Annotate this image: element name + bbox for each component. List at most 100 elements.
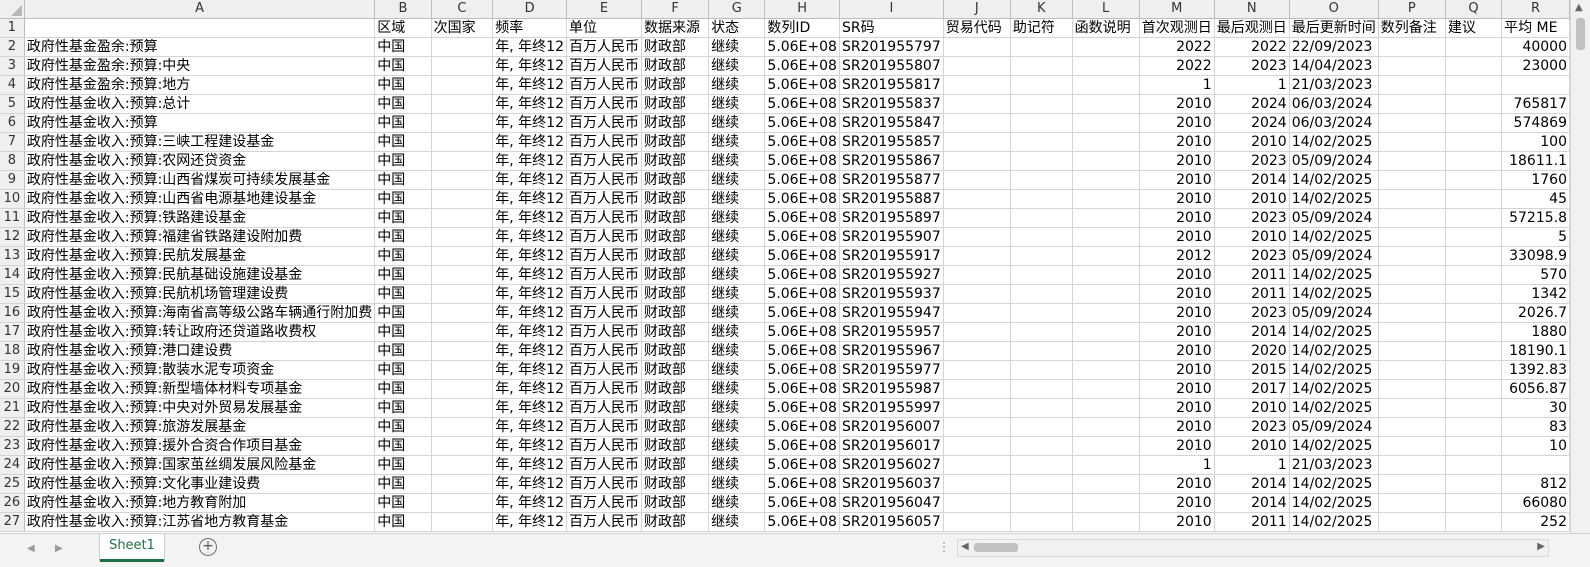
cell[interactable]: 财政部: [641, 265, 710, 285]
cell[interactable]: 5.06E+08: [764, 284, 840, 304]
cell[interactable]: 百万人民币: [566, 75, 642, 95]
cell[interactable]: 2011: [1214, 265, 1290, 285]
column-header-h[interactable]: H: [764, 0, 840, 19]
cell[interactable]: 继续: [708, 284, 766, 304]
cell[interactable]: [431, 303, 494, 323]
cell[interactable]: [431, 436, 494, 456]
cell[interactable]: 18611.1: [1501, 151, 1570, 171]
cell[interactable]: [1010, 436, 1073, 456]
cell[interactable]: 1880: [1501, 322, 1570, 342]
cell[interactable]: 财政部: [641, 227, 710, 247]
cell[interactable]: 百万人民币: [566, 189, 642, 209]
cell[interactable]: 继续: [708, 417, 766, 437]
cell[interactable]: [431, 75, 494, 95]
cell[interactable]: 2022: [1139, 56, 1215, 76]
cell[interactable]: SR201955957: [839, 322, 944, 342]
cell[interactable]: 中国: [374, 474, 432, 494]
cell[interactable]: [1010, 474, 1073, 494]
cell[interactable]: 2023: [1214, 56, 1290, 76]
cell[interactable]: [1072, 341, 1140, 361]
row-header[interactable]: 20: [0, 379, 25, 399]
cell[interactable]: 14/02/2025: [1289, 132, 1379, 152]
cell[interactable]: 1: [1214, 75, 1290, 95]
cell[interactable]: [943, 436, 1011, 456]
column-header-n[interactable]: N: [1214, 0, 1290, 19]
cell[interactable]: [1445, 75, 1503, 95]
cell[interactable]: 财政部: [641, 189, 710, 209]
cell[interactable]: 5.06E+08: [764, 398, 840, 418]
cell[interactable]: [431, 379, 494, 399]
cell[interactable]: 812: [1501, 474, 1570, 494]
cell[interactable]: [943, 360, 1011, 380]
cell[interactable]: 财政部: [641, 56, 710, 76]
cell[interactable]: 14/02/2025: [1289, 360, 1379, 380]
cell[interactable]: 2010: [1139, 417, 1215, 437]
cell[interactable]: 年, 年终12: [492, 227, 567, 247]
cell[interactable]: 中国: [374, 436, 432, 456]
cell[interactable]: 财政部: [641, 246, 710, 266]
cell[interactable]: 2010: [1139, 208, 1215, 228]
cell[interactable]: 2010: [1139, 341, 1215, 361]
cell[interactable]: SR201955897: [839, 208, 944, 228]
cell[interactable]: SR201955847: [839, 113, 944, 133]
cell[interactable]: 05/09/2024: [1289, 246, 1379, 266]
cell[interactable]: 中国: [374, 322, 432, 342]
cell[interactable]: 2010: [1139, 398, 1215, 418]
header-cell[interactable]: SR码: [839, 18, 944, 38]
cell[interactable]: [943, 379, 1011, 399]
cell[interactable]: [1010, 37, 1073, 57]
cell[interactable]: 继续: [708, 360, 766, 380]
cell[interactable]: 政府性基金收入:预算:地方教育附加: [24, 493, 376, 513]
cell[interactable]: 百万人民币: [566, 417, 642, 437]
cell[interactable]: 百万人民币: [566, 493, 642, 513]
column-header-c[interactable]: C: [431, 0, 494, 19]
cell[interactable]: 年, 年终12: [492, 379, 567, 399]
cell[interactable]: [1010, 303, 1073, 323]
cell[interactable]: [431, 56, 494, 76]
cell[interactable]: [1445, 284, 1503, 304]
cell[interactable]: 5.06E+08: [764, 265, 840, 285]
cell[interactable]: 05/09/2024: [1289, 151, 1379, 171]
cell[interactable]: [1378, 132, 1446, 152]
scroll-left-icon[interactable]: ◀: [961, 541, 969, 552]
cell[interactable]: 中国: [374, 246, 432, 266]
cell[interactable]: [431, 417, 494, 437]
cell[interactable]: 政府性基金收入:预算:海南省高等级公路车辆通行附加费: [24, 303, 376, 323]
cell[interactable]: 年, 年终12: [492, 284, 567, 304]
cell[interactable]: 继续: [708, 379, 766, 399]
cell[interactable]: 中国: [374, 493, 432, 513]
cell[interactable]: 财政部: [641, 303, 710, 323]
cell[interactable]: 2010: [1139, 265, 1215, 285]
cell[interactable]: 2014: [1214, 170, 1290, 190]
cell[interactable]: [1378, 322, 1446, 342]
cell[interactable]: 百万人民币: [566, 360, 642, 380]
cell[interactable]: 财政部: [641, 132, 710, 152]
cell[interactable]: [943, 398, 1011, 418]
cell[interactable]: SR201955987: [839, 379, 944, 399]
cell[interactable]: 继续: [708, 246, 766, 266]
cell[interactable]: 继续: [708, 265, 766, 285]
cell[interactable]: [1445, 227, 1503, 247]
cell[interactable]: [943, 455, 1011, 475]
cell[interactable]: [1445, 151, 1503, 171]
cell[interactable]: 2010: [1139, 94, 1215, 114]
cell[interactable]: [1378, 512, 1446, 532]
cell[interactable]: [1445, 322, 1503, 342]
cell[interactable]: [1378, 189, 1446, 209]
cell[interactable]: [1378, 113, 1446, 133]
cell[interactable]: 财政部: [641, 75, 710, 95]
cell[interactable]: 年, 年终12: [492, 56, 567, 76]
cell[interactable]: [1445, 379, 1503, 399]
header-cell[interactable]: 函数说明: [1072, 18, 1140, 38]
cell[interactable]: 45: [1501, 189, 1570, 209]
cell[interactable]: [431, 455, 494, 475]
horizontal-scrollbar[interactable]: ◀ ▶: [957, 539, 1549, 557]
header-cell[interactable]: 平均 ME: [1501, 18, 1570, 38]
row-header[interactable]: 14: [0, 265, 25, 285]
row-header[interactable]: 25: [0, 474, 25, 494]
cell[interactable]: 政府性基金收入:预算:山西省煤炭可持续发展基金: [24, 170, 376, 190]
cell[interactable]: [1445, 189, 1503, 209]
cell[interactable]: 2024: [1214, 113, 1290, 133]
cell[interactable]: 14/02/2025: [1289, 227, 1379, 247]
cell[interactable]: 百万人民币: [566, 56, 642, 76]
